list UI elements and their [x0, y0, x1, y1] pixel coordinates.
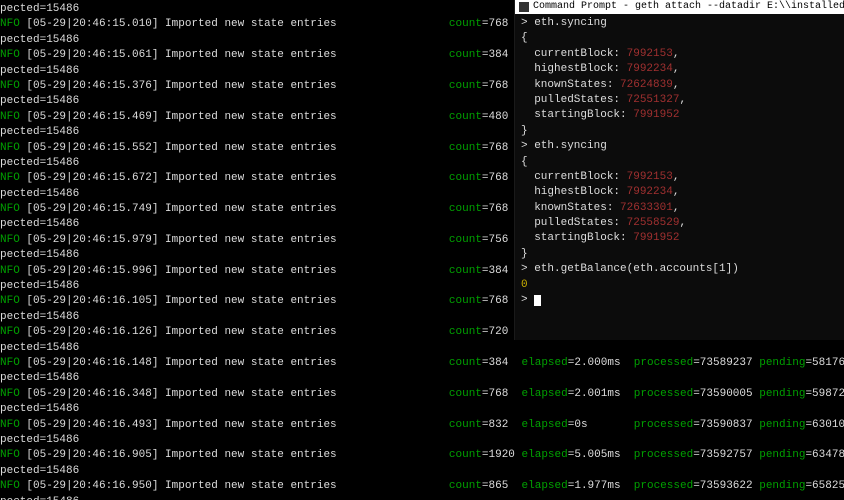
command-prompt-window[interactable]: Command Prompt - geth attach --datadir E…: [514, 0, 844, 340]
object-field: startingBlock: 7991952: [521, 108, 838, 123]
brace: }: [521, 247, 838, 262]
log-line: NFO [05-29|20:46:16.493] Imported new st…: [0, 418, 844, 433]
brace: {: [521, 31, 838, 46]
object-field: pulledStates: 72558529,: [521, 216, 838, 231]
log-line: NFO [05-29|20:46:16.905] Imported new st…: [0, 448, 844, 463]
prompt-line: > eth.syncing: [521, 139, 838, 154]
prompt-line: > eth.syncing: [521, 16, 838, 31]
object-field: highestBlock: 7992234,: [521, 185, 838, 200]
object-field: currentBlock: 7992153,: [521, 170, 838, 185]
object-field: knownStates: 72624839,: [521, 78, 838, 93]
object-field: startingBlock: 7991952: [521, 231, 838, 246]
object-field: currentBlock: 7992153,: [521, 47, 838, 62]
brace: {: [521, 155, 838, 170]
cursor-icon: [534, 295, 541, 306]
log-line: pected=15486: [0, 495, 844, 500]
prompt-line: > eth.getBalance(eth.accounts[1]): [521, 262, 838, 277]
object-field: pulledStates: 72551327,: [521, 93, 838, 108]
log-line: NFO [05-29|20:46:16.950] Imported new st…: [0, 479, 844, 494]
prompt-cursor[interactable]: >: [521, 293, 838, 308]
brace: }: [521, 124, 838, 139]
cmd-icon: [519, 2, 529, 12]
log-line: NFO [05-29|20:46:16.348] Imported new st…: [0, 387, 844, 402]
result-line: 0: [521, 278, 838, 293]
object-field: highestBlock: 7992234,: [521, 62, 838, 77]
log-line: pected=15486: [0, 433, 844, 448]
log-line: pected=15486: [0, 371, 844, 386]
window-titlebar[interactable]: Command Prompt - geth attach --datadir E…: [515, 0, 844, 14]
log-line: pected=15486: [0, 464, 844, 479]
log-line: pected=15486: [0, 341, 844, 356]
log-line: pected=15486: [0, 402, 844, 417]
object-field: knownStates: 72633301,: [521, 201, 838, 216]
console-body[interactable]: > eth.syncing { currentBlock: 7992153, h…: [515, 14, 844, 310]
window-title: Command Prompt - geth attach --datadir E…: [533, 0, 844, 14]
log-line: NFO [05-29|20:46:16.148] Imported new st…: [0, 356, 844, 371]
